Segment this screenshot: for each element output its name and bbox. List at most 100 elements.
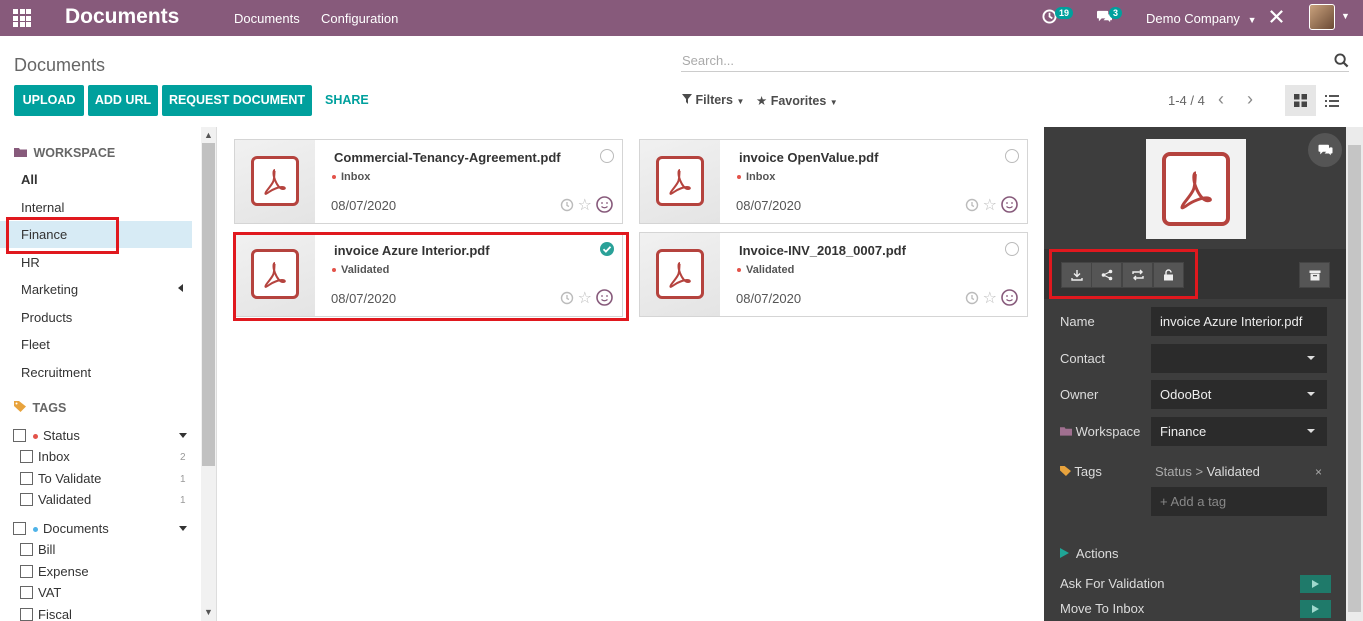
filters-dropdown[interactable]: Filters ▼ — [682, 93, 744, 107]
inspector-scroll-thumb[interactable] — [1348, 145, 1361, 612]
document-tag: Inbox — [737, 171, 775, 183]
workspace-select[interactable]: Finance — [1151, 417, 1327, 446]
tag-bill-checkbox[interactable] — [20, 543, 33, 556]
status-collapse-icon[interactable] — [179, 433, 187, 438]
add-tag-input[interactable]: + Add a tag — [1151, 487, 1327, 516]
workspace-fleet[interactable]: Fleet — [21, 337, 50, 352]
document-name[interactable]: Invoice-INV_2018_0007.pdf — [739, 243, 906, 258]
status-group-checkbox[interactable] — [13, 429, 26, 442]
document-date: 08/07/2020 — [736, 291, 802, 306]
workspace-all[interactable]: All — [21, 172, 38, 187]
document-name[interactable]: Commercial-Tenancy-Agreement.pdf — [334, 150, 561, 165]
app-brand: Documents — [65, 5, 180, 28]
workspace-hr[interactable]: HR — [21, 255, 40, 270]
menu-configuration[interactable]: Configuration — [321, 11, 398, 26]
top-navbar: Documents Documents Configuration 19 3 D… — [0, 0, 1363, 36]
document-thumbnail — [235, 140, 315, 223]
document-card-icons: ☆ — [560, 196, 613, 216]
activity-clock-icon[interactable] — [965, 198, 979, 215]
owner-avatar-icon — [1001, 289, 1018, 309]
activity-clock-icon[interactable] — [965, 291, 979, 308]
star-icon: ★ — [756, 94, 768, 108]
menu-documents[interactable]: Documents — [234, 11, 300, 26]
selected-card-highlight-box — [233, 232, 629, 321]
tag-bill-label: Bill — [38, 542, 56, 557]
sidebar-scroll-thumb[interactable] — [202, 143, 215, 466]
favorite-star-icon[interactable]: ☆ — [983, 198, 997, 214]
tag-chip: Status > Validated — [1155, 464, 1260, 479]
favorites-dropdown[interactable]: ★ Favorites ▼ — [756, 93, 838, 108]
search-input[interactable]: Search... — [682, 53, 734, 68]
tag-fiscal-checkbox[interactable] — [20, 608, 33, 621]
pager-next-icon[interactable]: › — [1247, 89, 1253, 110]
tag-to-validate-checkbox[interactable] — [20, 472, 33, 485]
document-name[interactable]: invoice OpenValue.pdf — [739, 150, 878, 165]
tag-to-validate-label: To Validate — [38, 471, 102, 486]
page-title: Documents — [14, 55, 106, 75]
owner-avatar-icon — [596, 196, 613, 216]
search-icon[interactable] — [1334, 53, 1349, 71]
pager-previous-icon[interactable]: ‹ — [1218, 89, 1224, 110]
action-ask-validation-label: Ask For Validation — [1060, 576, 1165, 591]
user-menu-caret-icon[interactable]: ▼ — [1341, 11, 1350, 21]
share-button[interactable]: SHARE — [325, 93, 369, 107]
favorite-star-icon[interactable]: ☆ — [983, 291, 997, 307]
name-label: Name — [1060, 314, 1095, 329]
scroll-down-icon[interactable]: ▼ — [204, 607, 213, 617]
remove-tag-icon[interactable]: × — [1315, 465, 1322, 479]
activity-count-badge: 19 — [1055, 7, 1074, 19]
tag-inbox-checkbox[interactable] — [20, 450, 33, 463]
name-field[interactable]: invoice Azure Interior.pdf — [1151, 307, 1327, 336]
document-tag: Inbox — [332, 171, 370, 183]
caret-down-icon — [1307, 429, 1315, 433]
inspector-preview[interactable] — [1146, 139, 1246, 239]
tag-expense-checkbox[interactable] — [20, 565, 33, 578]
owner-avatar-icon — [1001, 196, 1018, 216]
scroll-up-icon[interactable]: ▲ — [204, 130, 213, 140]
document-thumbnail — [640, 140, 720, 223]
caret-down-icon — [1307, 392, 1315, 396]
activity-clock-icon[interactable] — [560, 198, 574, 215]
add-url-button[interactable]: ADD URL — [88, 85, 158, 116]
workspace-section-header: WORKSPACE — [14, 146, 115, 160]
archive-icon[interactable] — [1299, 262, 1330, 288]
apps-menu-icon[interactable] — [13, 9, 31, 27]
document-select-radio[interactable] — [1005, 149, 1019, 163]
marketing-expand-icon[interactable] — [178, 284, 183, 292]
pager-value: 1-4 / 4 — [1168, 93, 1205, 108]
run-move-inbox-icon[interactable] — [1300, 600, 1331, 618]
actions-header[interactable]: Actions — [1060, 546, 1119, 561]
toolbar-highlight-box — [1049, 249, 1198, 299]
documents-group-checkbox[interactable] — [13, 522, 26, 535]
debug-tools-icon[interactable] — [1269, 9, 1284, 28]
document-card[interactable]: invoice OpenValue.pdf Inbox 08/07/2020 ☆ — [639, 139, 1028, 224]
pdf-file-icon — [656, 249, 704, 299]
document-select-radio[interactable] — [1005, 242, 1019, 256]
request-document-button[interactable]: REQUEST DOCUMENT — [162, 85, 312, 116]
run-ask-validation-icon[interactable] — [1300, 575, 1331, 593]
document-card-icons: ☆ — [965, 196, 1018, 216]
owner-select[interactable]: OdooBot — [1151, 380, 1327, 409]
action-move-inbox-label: Move To Inbox — [1060, 601, 1145, 616]
list-view-icon[interactable] — [1316, 85, 1347, 116]
workspace-internal[interactable]: Internal — [21, 200, 64, 215]
tag-vat-checkbox[interactable] — [20, 586, 33, 599]
workspace-products[interactable]: Products — [21, 310, 72, 325]
workspace-marketing[interactable]: Marketing — [21, 282, 78, 297]
workspace-recruitment[interactable]: Recruitment — [21, 365, 91, 380]
search-bar[interactable]: Search... — [681, 50, 1349, 72]
filters-label: Filters — [695, 93, 733, 107]
document-card[interactable]: Commercial-Tenancy-Agreement.pdf Inbox 0… — [234, 139, 623, 224]
document-card[interactable]: Invoice-INV_2018_0007.pdf Validated 08/0… — [639, 232, 1028, 317]
company-switcher[interactable]: Demo Company ▼ — [1146, 11, 1256, 26]
favorite-star-icon[interactable]: ☆ — [578, 198, 592, 214]
user-avatar[interactable] — [1309, 4, 1335, 30]
documents-collapse-icon[interactable] — [179, 526, 187, 531]
upload-button[interactable]: UPLOAD — [14, 85, 84, 116]
document-select-radio[interactable] — [600, 149, 614, 163]
finance-highlight-box — [6, 217, 119, 254]
tag-validated-checkbox[interactable] — [20, 493, 33, 506]
contact-select[interactable] — [1151, 344, 1327, 373]
chatter-toggle-icon[interactable] — [1308, 133, 1342, 167]
kanban-view-icon[interactable] — [1285, 85, 1316, 116]
